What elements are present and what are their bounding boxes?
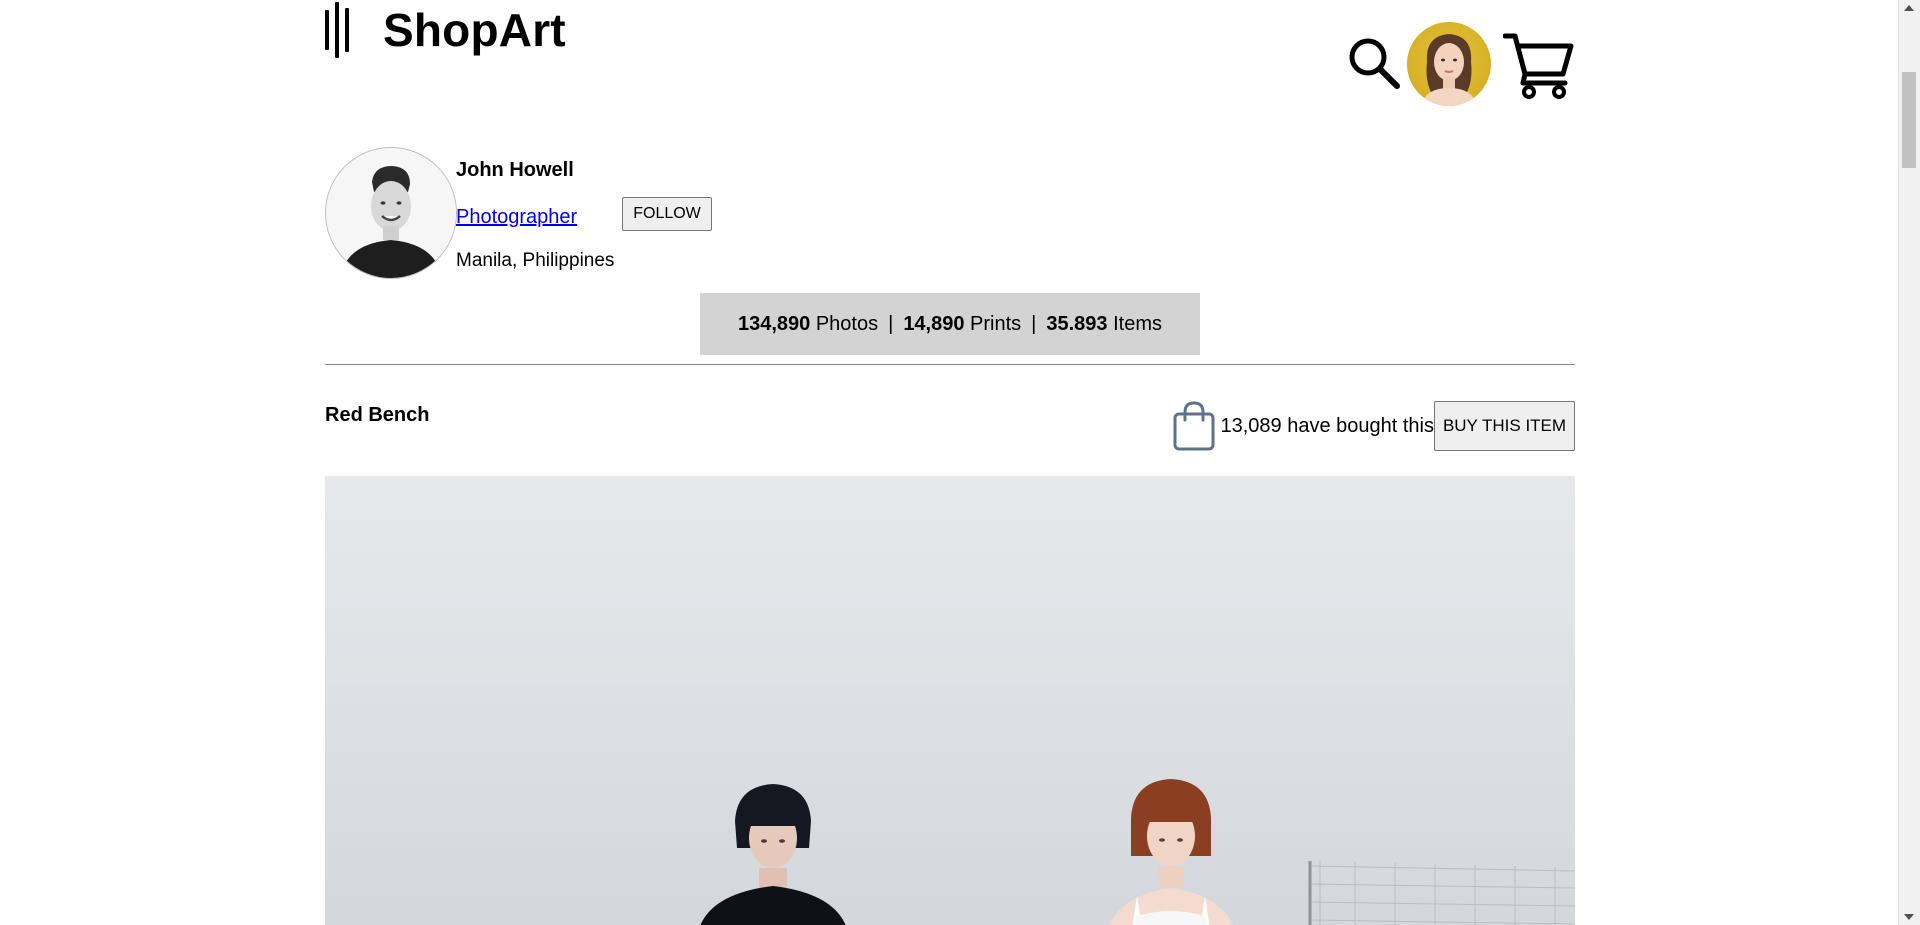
buy-item-button[interactable]: BUY THIS ITEM (1434, 401, 1575, 451)
scroll-thumb[interactable] (1902, 72, 1916, 168)
content-container: ShopArt John Howell Photographer FOLLOW … (325, 0, 1575, 925)
purchase-info: 13,089 have bought this BUY THIS ITEM (1172, 401, 1575, 451)
search-icon[interactable] (1347, 36, 1403, 92)
stats-separator: | (1031, 312, 1037, 335)
item-photo (325, 476, 1575, 925)
cart-icon[interactable] (1502, 28, 1575, 100)
header-actions (1347, 18, 1575, 110)
page-scrollbar[interactable] (1898, 0, 1920, 925)
prints-label: Prints (970, 312, 1022, 335)
prints-count: 14,890 (903, 312, 965, 335)
stats-bar: 134,890 Photos | 14,890 Prints | 35.893 … (700, 293, 1200, 355)
photographer-name: John Howell (456, 159, 574, 181)
photos-count: 134,890 (737, 312, 811, 335)
brand-name: ShopArt (383, 4, 566, 56)
photographer-avatar (325, 147, 457, 279)
photographer-role-link[interactable]: Photographer (456, 206, 577, 229)
brand-logo[interactable]: ShopArt (325, 2, 566, 58)
logo-bars-icon (325, 2, 361, 58)
scroll-up-arrow-icon[interactable] (1904, 5, 1914, 11)
shopping-bag-icon (1172, 400, 1216, 452)
follow-button[interactable]: FOLLOW (622, 197, 712, 231)
photos-label: Photos (815, 312, 879, 335)
scroll-down-arrow-icon[interactable] (1904, 914, 1914, 920)
section-divider (325, 364, 1575, 365)
items-count: 35.893 (1046, 312, 1108, 335)
item-title: Red Bench (325, 404, 430, 426)
items-label: Items (1113, 312, 1163, 335)
photographer-location: Manila, Philippines (456, 250, 615, 271)
stats-separator: | (888, 312, 894, 335)
page: ShopArt John Howell Photographer FOLLOW … (0, 0, 1899, 925)
user-avatar[interactable] (1407, 22, 1491, 106)
bought-count-text: 13,089 have bought this (1220, 414, 1434, 437)
